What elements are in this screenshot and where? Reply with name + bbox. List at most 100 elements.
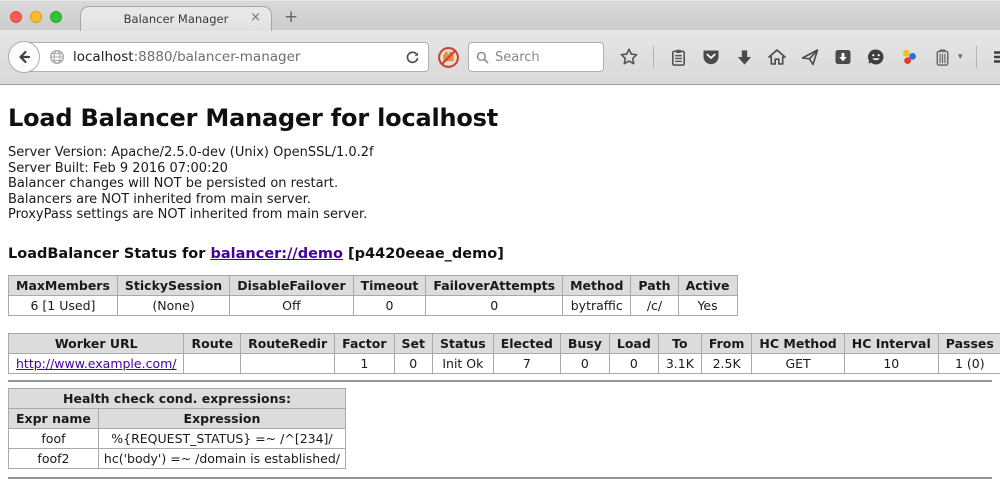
window-controls (10, 11, 62, 23)
col-expr-name: Expr name (9, 408, 99, 428)
zoom-window-button[interactable] (50, 11, 62, 23)
cell-expr-name: foof2 (9, 448, 99, 468)
cell-factor: 1 (335, 353, 394, 373)
cell-timeout: 0 (353, 295, 426, 315)
tab-close-icon[interactable]: × (250, 11, 261, 24)
cell-method: bytraffic (563, 295, 631, 315)
site-globe-icon (49, 49, 65, 65)
downloads-arrow-icon[interactable] (733, 46, 755, 68)
cell-passes: 1 (0) (938, 353, 1000, 373)
page-content: Load Balancer Manager for localhost Serv… (0, 85, 1000, 479)
col-elected: Elected (493, 333, 560, 353)
toolbar-divider (653, 46, 654, 68)
page-title: Load Balancer Manager for localhost (8, 104, 992, 132)
loadbalancer-status-heading: LoadBalancer Status for balancer://demo … (8, 246, 992, 262)
plugin-blocked-icon[interactable] (437, 46, 460, 69)
cell-hc-interval: 10 (844, 353, 938, 373)
cell-route (184, 353, 241, 373)
balancer-settings-row: 6 [1 Used] (None) Off 0 0 bytraffic /c/ … (9, 295, 738, 315)
pocket-icon[interactable] (700, 46, 722, 68)
col-stickysession: StickySession (117, 275, 229, 295)
col-active: Active (678, 275, 737, 295)
col-timeout: Timeout (353, 275, 426, 295)
reload-icon[interactable] (405, 50, 420, 65)
menu-hamburger-icon[interactable] (990, 46, 1000, 68)
feedback-smiley-icon[interactable] (865, 46, 887, 68)
url-text[interactable]: localhost:8880/balancer-manager (73, 49, 397, 65)
section-divider (8, 380, 992, 382)
cell-expr-name: foof (9, 428, 99, 448)
download-box-icon[interactable] (832, 46, 854, 68)
send-plane-icon[interactable] (799, 46, 821, 68)
worker-row: http://www.example.com/ 1 0 Init Ok 7 0 … (9, 353, 1000, 373)
home-icon[interactable] (766, 46, 788, 68)
minimize-window-button[interactable] (30, 11, 42, 23)
cell-maxmembers: 6 [1 Used] (9, 295, 118, 315)
cell-worker-url: http://www.example.com/ (9, 353, 184, 373)
toolbar-divider (976, 46, 977, 68)
server-built-line: Server Built: Feb 9 2016 07:00:20 (8, 161, 992, 177)
cell-hc-method: GET (752, 353, 844, 373)
health-expr-row: foof2 hc('body') =~ /domain is establish… (9, 448, 346, 468)
col-route: Route (184, 333, 241, 353)
col-routeredir: RouteRedir (241, 333, 335, 353)
col-status: Status (433, 333, 494, 353)
back-button[interactable] (8, 41, 40, 73)
tab-balancer-manager[interactable]: Balancer Manager × (80, 6, 272, 31)
col-load: Load (609, 333, 658, 353)
cell-expression: %{REQUEST_STATUS} =~ /^[234]/ (98, 428, 345, 448)
dropdown-caret-icon[interactable]: ▾ (958, 52, 963, 62)
cell-set: 0 (394, 353, 432, 373)
col-hc-method: HC Method (752, 333, 844, 353)
health-table-title: Health check cond. expressions: (9, 388, 346, 408)
cell-load: 0 (609, 353, 658, 373)
col-hc-interval: HC Interval (844, 333, 938, 353)
cell-failoverattempts: 0 (426, 295, 563, 315)
cell-status: Init Ok (433, 353, 494, 373)
new-tab-button[interactable]: + (284, 9, 298, 26)
tab-title: Balancer Manager (124, 12, 229, 26)
worker-status-table: Worker URL Route RouteRedir Factor Set S… (8, 333, 1000, 374)
col-failoverattempts: FailoverAttempts (426, 275, 563, 295)
health-check-table: Health check cond. expressions: Expr nam… (8, 388, 346, 469)
col-expression: Expression (98, 408, 345, 428)
cell-path: /c/ (631, 295, 678, 315)
cell-busy: 0 (560, 353, 609, 373)
back-arrow-icon (16, 49, 32, 65)
bookmark-star-icon[interactable] (618, 46, 640, 68)
cell-active: Yes (678, 295, 737, 315)
col-set: Set (394, 333, 432, 353)
page-bottom-divider (8, 477, 992, 479)
battery-extension-icon[interactable] (931, 46, 953, 68)
cell-routeredir (241, 353, 335, 373)
bookmarks-clipboard-icon[interactable] (667, 46, 689, 68)
col-worker-url: Worker URL (9, 333, 184, 353)
cell-from: 2.5K (701, 353, 752, 373)
server-version-line: Server Version: Apache/2.5.0-dev (Unix) … (8, 145, 992, 161)
health-expr-row: foof %{REQUEST_STATUS} =~ /^[234]/ (9, 428, 346, 448)
search-input[interactable] (495, 50, 585, 65)
cell-disablefailover: Off (230, 295, 353, 315)
col-to: To (658, 333, 701, 353)
col-method: Method (563, 275, 631, 295)
col-maxmembers: MaxMembers (9, 275, 118, 295)
balancer-settings-table: MaxMembers StickySession DisableFailover… (8, 275, 738, 316)
persist-warning-line: Balancer changes will NOT be persisted o… (8, 176, 992, 192)
navigation-toolbar: localhost:8880/balancer-manager (0, 30, 1000, 85)
col-path: Path (631, 275, 678, 295)
window-titlebar: Balancer Manager × + (0, 0, 1000, 30)
balancer-demo-link[interactable]: balancer://demo (210, 246, 343, 262)
cell-stickysession: (None) (117, 295, 229, 315)
extension-color-dots-icon[interactable] (898, 46, 920, 68)
cell-to: 3.1K (658, 353, 701, 373)
balancers-warning-line: Balancers are NOT inherited from main se… (8, 192, 992, 208)
worker-url-link[interactable]: http://www.example.com/ (16, 356, 176, 371)
close-window-button[interactable] (10, 11, 22, 23)
col-disablefailover: DisableFailover (230, 275, 353, 295)
server-info: Server Version: Apache/2.5.0-dev (Unix) … (8, 145, 992, 223)
proxypass-warning-line: ProxyPass settings are NOT inherited fro… (8, 207, 992, 223)
col-factor: Factor (335, 333, 394, 353)
search-bar[interactable] (468, 42, 604, 72)
cell-elected: 7 (493, 353, 560, 373)
url-bar[interactable]: localhost:8880/balancer-manager (24, 42, 429, 72)
